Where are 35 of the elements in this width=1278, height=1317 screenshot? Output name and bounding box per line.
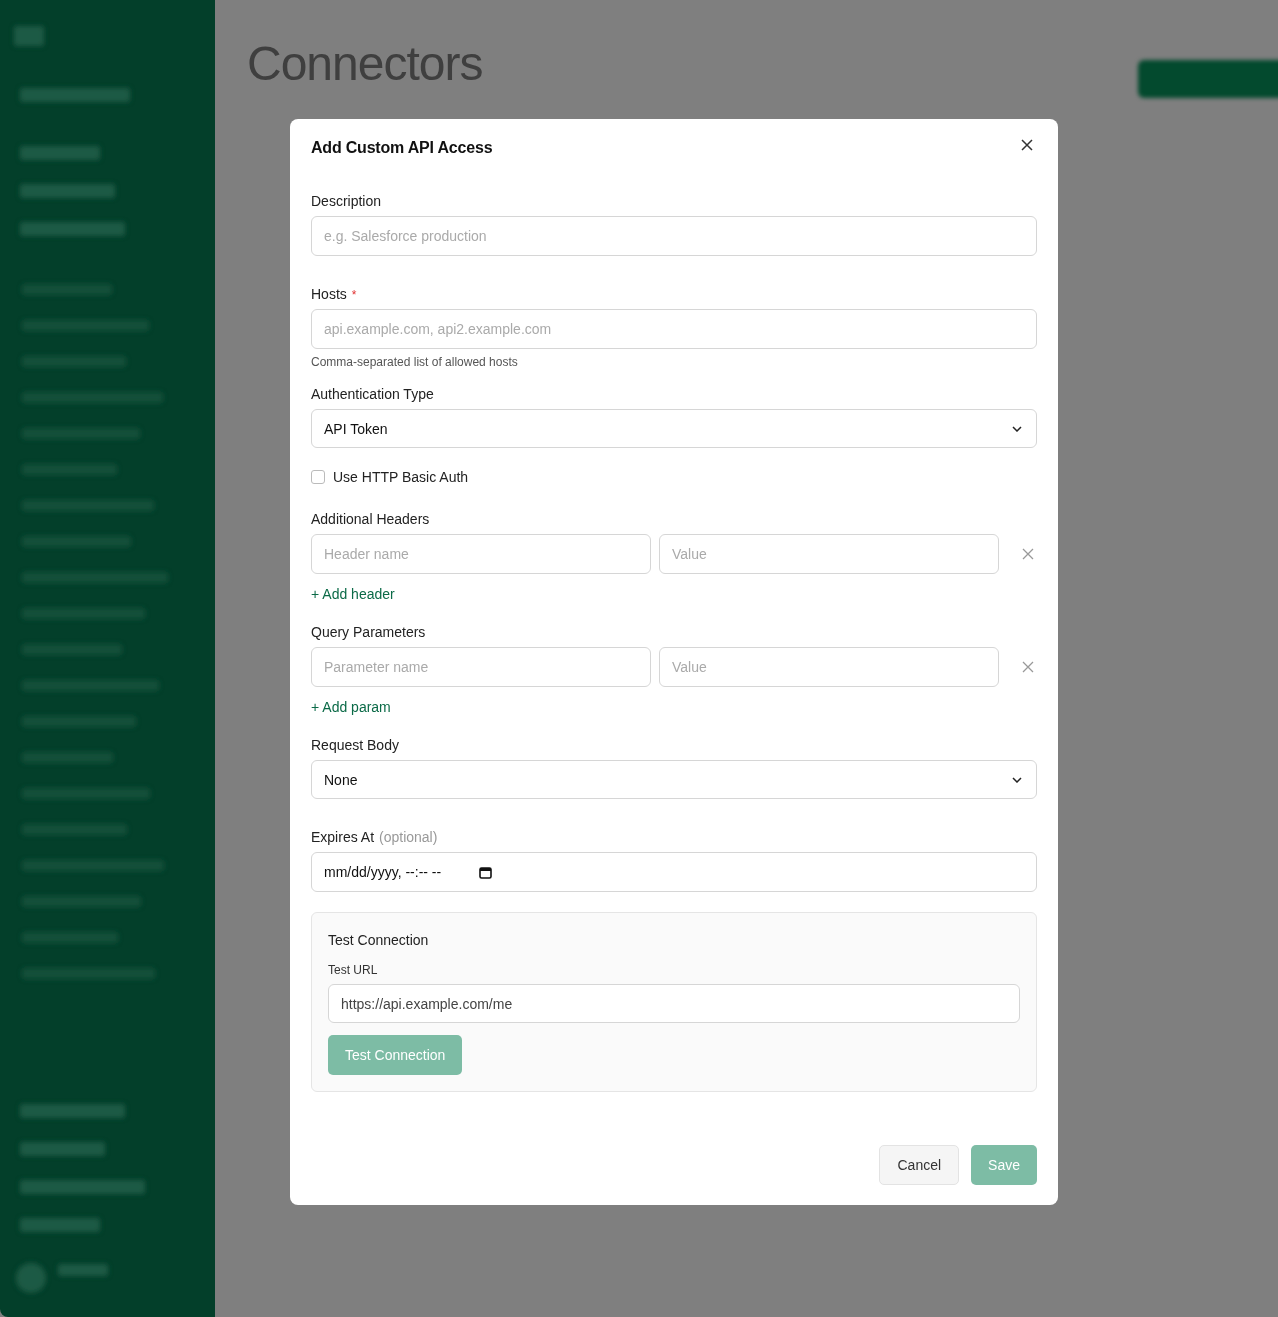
field-label: Hosts [311, 286, 347, 302]
value-field[interactable]: Value [659, 647, 999, 687]
section-label: Additional Headers [311, 511, 431, 527]
section-label: Query Parameters [311, 624, 427, 640]
remove-icon[interactable] [1022, 661, 1034, 673]
add-link[interactable]: + Add header [311, 586, 395, 602]
description-field[interactable]: e.g. Salesforce production [311, 216, 1037, 256]
request-body-select[interactable]: None [311, 760, 1037, 799]
dialog-title: Add Custom API Access [311, 139, 493, 157]
key-field[interactable]: Parameter name [311, 647, 651, 687]
value-field[interactable]: Value [659, 534, 999, 574]
checkbox[interactable] [311, 470, 325, 484]
chevron-down-icon [1012, 776, 1022, 783]
remove-icon[interactable] [1022, 548, 1034, 560]
field-label: Authentication Type [311, 386, 435, 402]
field-label: Request Body [311, 737, 400, 753]
auth-type-select[interactable]: API Token [311, 409, 1037, 448]
key-field[interactable]: Header name [311, 534, 651, 574]
close-icon[interactable] [1021, 139, 1033, 151]
field-label: Description [311, 193, 383, 209]
calendar-icon[interactable] [479, 865, 493, 879]
field-label: Expires At [311, 829, 375, 845]
page-title: Connectors [247, 36, 483, 91]
add-link[interactable]: + Add param [311, 699, 391, 715]
cancel-button[interactable]: Cancel [879, 1145, 960, 1185]
field-label: Test URL [328, 963, 379, 977]
optional-note: (optional) [379, 829, 438, 845]
expires-at-field[interactable]: mm/dd/yyyy, --:-- -- [311, 852, 1037, 892]
field-hint: Comma-separated list of allowed hosts [311, 355, 519, 369]
panel-title: Test Connection [328, 932, 430, 948]
hosts-field[interactable]: api.example.com, api2.example.com [311, 309, 1037, 349]
checkbox-label[interactable]: Use HTTP Basic Auth [333, 469, 469, 485]
chevron-down-icon [1012, 425, 1022, 432]
required-mark: * [351, 288, 357, 302]
test-url-field[interactable]: https://api.example.com/me [328, 984, 1020, 1023]
